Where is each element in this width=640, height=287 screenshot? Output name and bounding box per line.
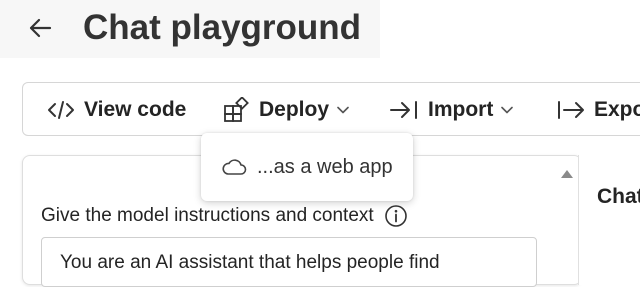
deploy-menu: ...as a web app <box>201 133 413 201</box>
instructions-label-text: Give the model instructions and context <box>41 205 374 226</box>
export-button[interactable]: Expo <box>556 83 640 137</box>
chat-panel-title: Chat <box>597 185 640 208</box>
scroll-up-button[interactable] <box>559 167 575 181</box>
deploy-button[interactable]: Deploy <box>223 83 349 137</box>
back-button[interactable] <box>22 10 58 46</box>
chat-panel: Chat <box>578 155 640 285</box>
export-arrow-icon <box>556 99 586 121</box>
caret-up-icon <box>561 170 573 178</box>
chevron-down-icon <box>337 106 349 114</box>
import-label: Import <box>428 98 494 121</box>
deploy-web-app-option[interactable]: ...as a web app <box>201 133 413 201</box>
code-icon <box>47 98 75 122</box>
export-label: Expo <box>594 98 640 121</box>
instructions-label: Give the model instructions and context <box>41 204 408 228</box>
system-message-input[interactable]: You are an AI assistant that helps peopl… <box>41 237 537 287</box>
import-arrow-icon <box>389 99 419 121</box>
deploy-label: Deploy <box>259 98 330 121</box>
deploy-web-app-label: ...as a web app <box>257 155 393 178</box>
view-code-button[interactable]: View code <box>47 83 186 137</box>
system-message-text: You are an AI assistant that helps peopl… <box>60 252 440 273</box>
arrow-left-icon <box>29 18 52 38</box>
view-code-label: View code <box>84 98 187 121</box>
toolbar: View code Deploy Import Expo <box>22 82 640 136</box>
info-icon[interactable] <box>384 204 408 228</box>
cloud-icon <box>221 157 247 177</box>
chevron-down-icon <box>501 106 514 114</box>
page-title: Chat playground <box>83 8 362 47</box>
apps-add-icon <box>223 97 249 123</box>
import-button[interactable]: Import <box>389 83 514 137</box>
